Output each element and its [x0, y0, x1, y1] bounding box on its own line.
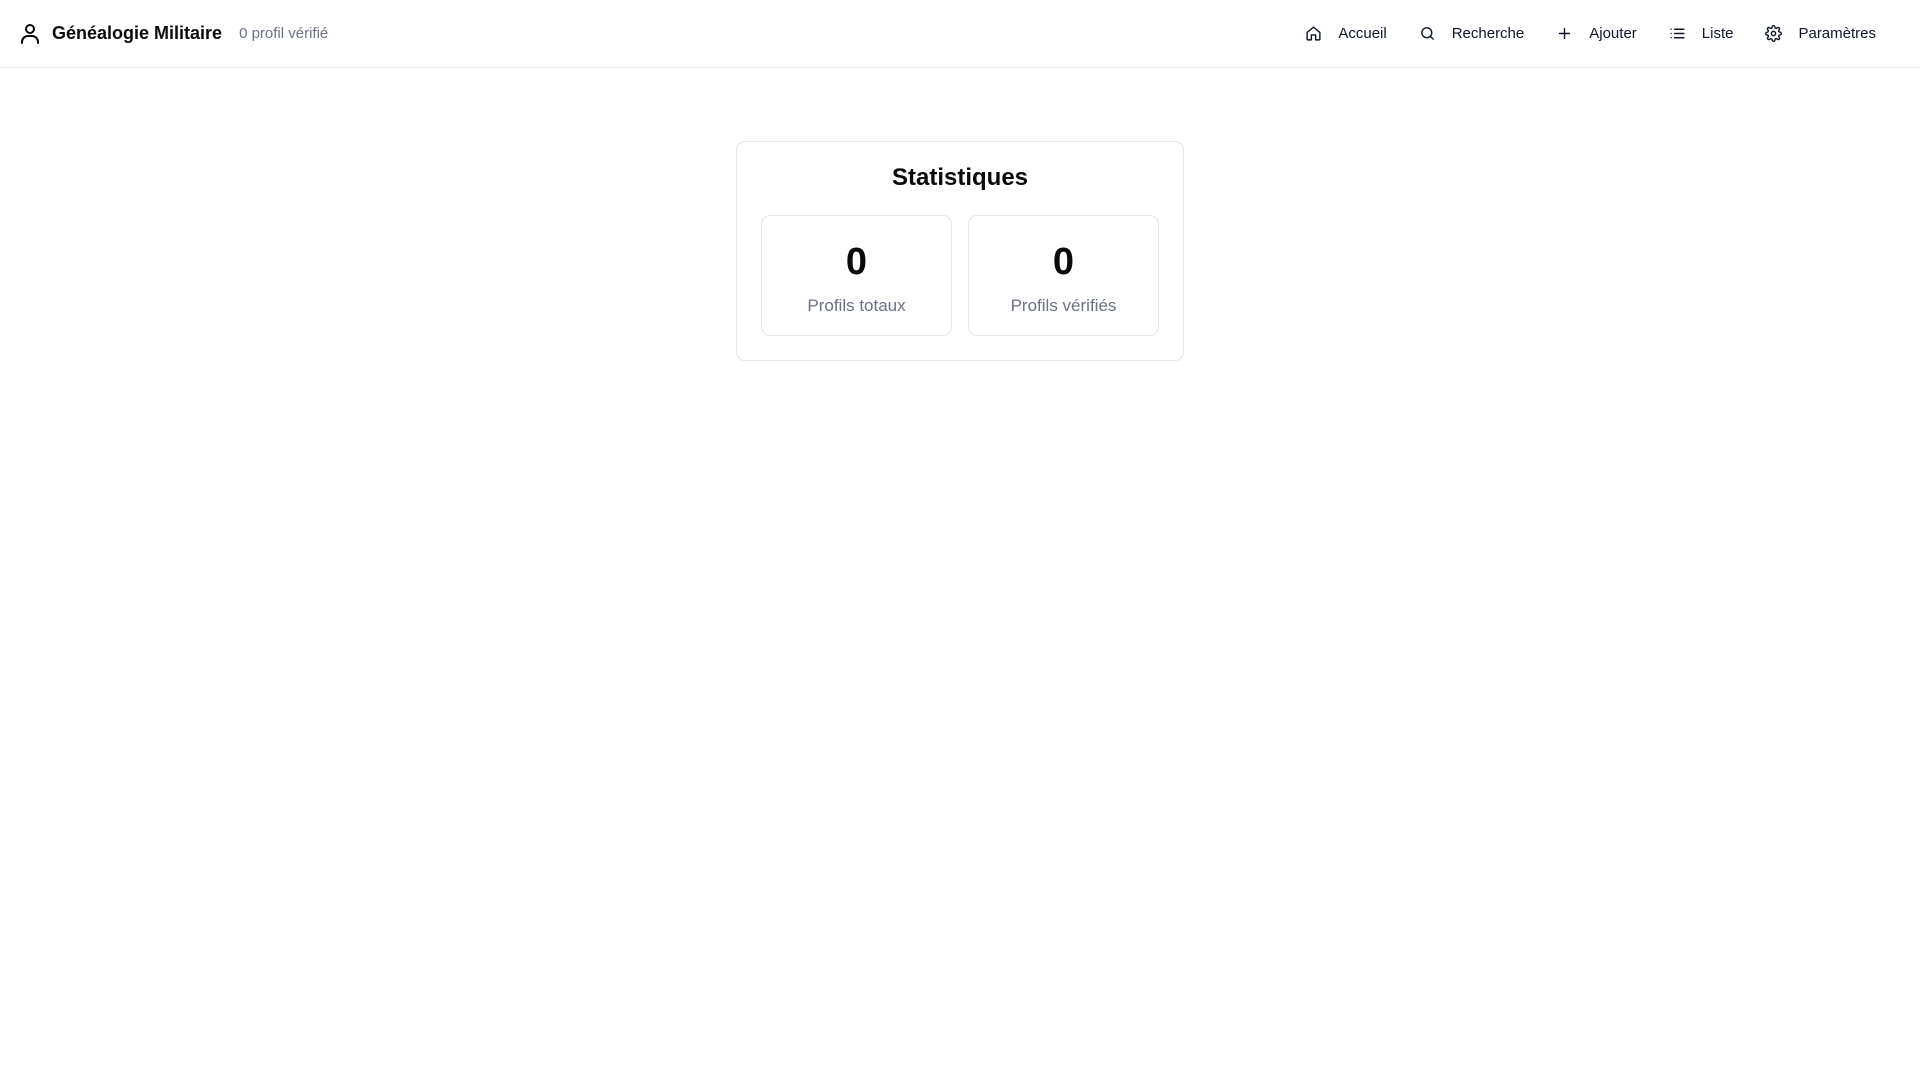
- nav-item-label: Paramètres: [1798, 25, 1876, 42]
- nav-item-label: Ajouter: [1589, 25, 1637, 42]
- stat-label: Profils totaux: [807, 296, 906, 315]
- stat-label: Profils vérifiés: [1010, 296, 1117, 315]
- nav-item-ajouter[interactable]: Ajouter: [1540, 14, 1653, 54]
- verified-count-subtitle: 0 profil vérifié: [239, 25, 329, 42]
- nav-item-parametres[interactable]: Paramètres: [1749, 14, 1892, 54]
- home-icon: [1305, 25, 1322, 42]
- nav-item-label: Recherche: [1451, 25, 1525, 42]
- stat-value: 0: [845, 241, 868, 283]
- stats-card: Statistiques 0 Profils totaux 0 Profils …: [736, 141, 1184, 361]
- user-icon: [18, 22, 42, 46]
- nav-item-liste[interactable]: Liste: [1653, 14, 1750, 54]
- nav-item-accueil[interactable]: Accueil: [1289, 14, 1402, 54]
- stats-title: Statistiques: [891, 164, 1029, 191]
- app-header: Généalogie Militaire 0 profil vérifié Ac…: [0, 0, 1920, 68]
- nav-item-label: Accueil: [1338, 25, 1387, 42]
- stat-value: 0: [1052, 241, 1075, 283]
- brand: Généalogie Militaire 0 profil vérifié: [18, 22, 328, 46]
- stat-verified-profiles: 0 Profils vérifiés: [968, 215, 1159, 336]
- main-nav: Accueil Recherche Ajouter Liste Paramètr…: [1289, 0, 1892, 67]
- search-icon: [1419, 25, 1436, 42]
- gear-icon: [1765, 25, 1783, 42]
- nav-item-label: Liste: [1701, 25, 1734, 42]
- plus-icon: [1556, 25, 1573, 42]
- app-title: Généalogie Militaire: [52, 23, 223, 43]
- nav-item-recherche[interactable]: Recherche: [1403, 14, 1541, 54]
- stat-total-profiles: 0 Profils totaux: [761, 215, 952, 336]
- list-icon: [1669, 25, 1686, 42]
